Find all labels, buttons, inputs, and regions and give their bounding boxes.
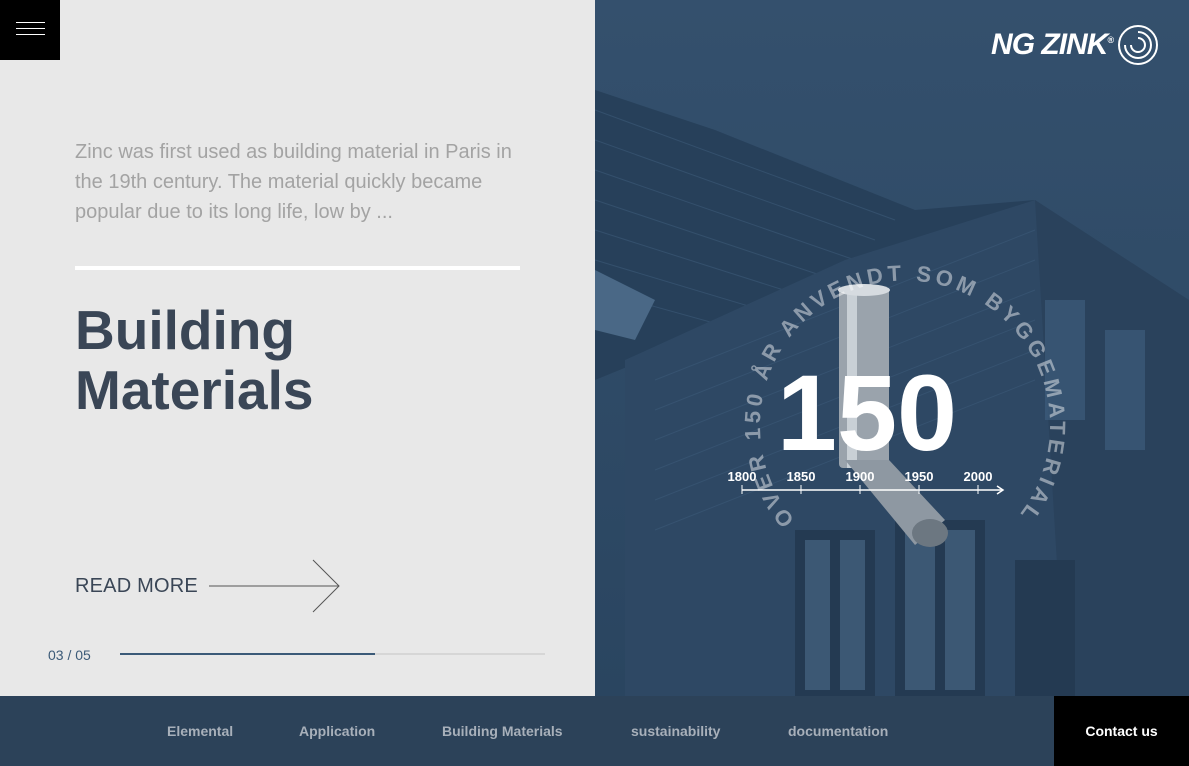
nav-item-building-materials[interactable]: Building Materials — [442, 696, 563, 766]
slide-counter: 03 / 05 — [48, 647, 91, 663]
timeline-label-1850: 1850 — [787, 469, 816, 484]
brand-logo[interactable]: NG ZINK® — [991, 24, 1159, 66]
page: Zinc was first used as building material… — [0, 0, 1189, 766]
slide-title-line-2: Materials — [75, 359, 314, 421]
slide-title: Building Materials — [75, 300, 525, 420]
nav-item-documentation[interactable]: documentation — [788, 696, 888, 766]
read-more-link[interactable]: READ MORE — [75, 558, 345, 614]
divider — [75, 266, 520, 270]
spiral-logo-icon — [1118, 25, 1158, 65]
nav-item-sustainability[interactable]: sustainability — [631, 696, 720, 766]
bottom-navigation: Elemental Application Building Materials… — [0, 696, 1189, 766]
timeline-label-1900: 1900 — [846, 469, 875, 484]
hero-image-panel: OVER 150 ÅR ANVENDT SOM BYGGEMATERIALE 1… — [595, 0, 1189, 696]
timeline-label-2000: 2000 — [964, 469, 993, 484]
slide-content-panel: Zinc was first used as building material… — [0, 0, 595, 696]
brand-wordmark: NG ZINK® — [991, 28, 1114, 61]
menu-button[interactable] — [0, 0, 60, 60]
read-more-label: READ MORE — [75, 574, 198, 597]
nav-item-elemental[interactable]: Elemental — [167, 696, 233, 766]
emblem-number: 150 — [777, 352, 957, 473]
arrow-right-icon — [209, 559, 340, 613]
hamburger-icon — [16, 22, 45, 23]
150-years-emblem: OVER 150 ÅR ANVENDT SOM BYGGEMATERIALE 1… — [595, 0, 1066, 532]
slide-progress-fill — [120, 653, 375, 655]
nav-item-application[interactable]: Application — [299, 696, 375, 766]
timeline-label-1800: 1800 — [728, 469, 757, 484]
contact-us-button[interactable]: Contact us — [1054, 696, 1189, 766]
slide-title-line-1: Building — [75, 299, 295, 361]
intro-text: Zinc was first used as building material… — [75, 141, 512, 223]
slide-progress-bar[interactable] — [120, 653, 545, 655]
timeline-label-1950: 1950 — [905, 469, 934, 484]
